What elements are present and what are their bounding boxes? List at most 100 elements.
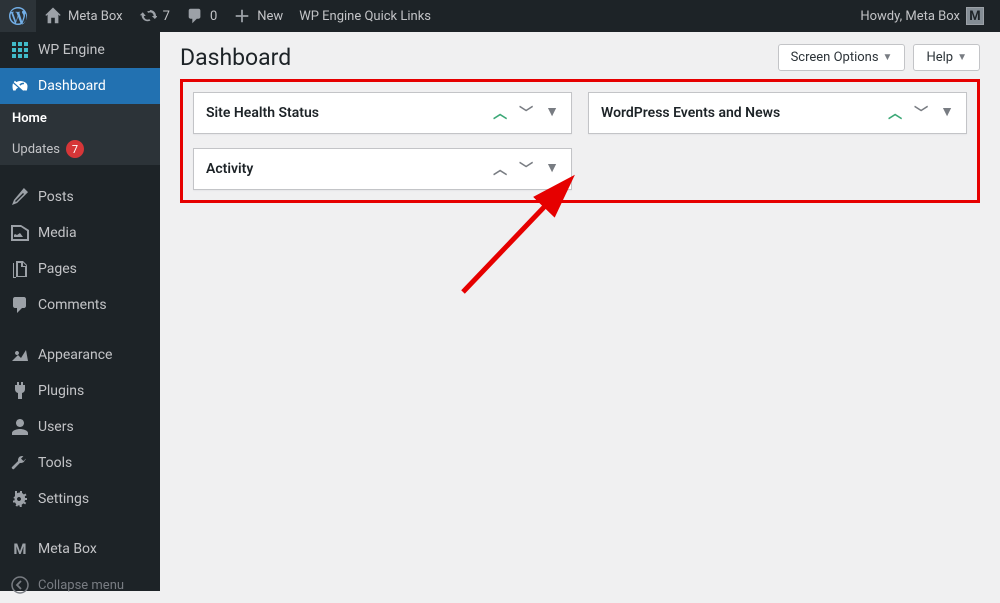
submenu-label: Updates — [12, 142, 60, 157]
wp-logo-link[interactable] — [0, 0, 36, 32]
panel-title: Activity — [206, 161, 253, 177]
move-down-icon[interactable]: ﹀ — [914, 103, 928, 123]
panel-activity[interactable]: Activity ︿ ﹀ ▼ — [193, 148, 572, 190]
menu-separator — [0, 323, 160, 337]
dashboard-column-left: Site Health Status ︿ ﹀ ▼ Activity ︿ ﹀ ▼ — [193, 92, 572, 190]
sidebar-item-comments[interactable]: Comments — [0, 287, 160, 323]
updates-count-text: 7 — [163, 9, 170, 24]
sidebar-label: Pages — [38, 261, 77, 277]
caret-down-icon: ▼ — [883, 52, 893, 63]
collapse-icon — [10, 575, 30, 595]
new-content-text: New — [257, 9, 283, 24]
sidebar-label: WP Engine — [38, 42, 105, 58]
sidebar-item-meta-box[interactable]: M Meta Box — [0, 531, 160, 567]
submenu-label: Home — [12, 111, 47, 126]
move-up-icon[interactable]: ︿ — [493, 159, 507, 179]
content-header: Dashboard Screen Options ▼ Help ▼ — [180, 32, 980, 79]
panel-header: WordPress Events and News ︿ ﹀ ▼ — [589, 93, 966, 133]
page-title: Dashboard — [180, 44, 291, 71]
collapse-label: Collapse menu — [38, 578, 124, 593]
sidebar-item-users[interactable]: Users — [0, 409, 160, 445]
wp-engine-icon — [10, 40, 30, 60]
comments-count-text: 0 — [210, 9, 217, 24]
home-icon — [44, 7, 62, 25]
highlight-annotation-box: Site Health Status ︿ ﹀ ▼ Activity ︿ ﹀ ▼ — [180, 79, 980, 203]
panel-site-health[interactable]: Site Health Status ︿ ﹀ ▼ — [193, 92, 572, 134]
pages-icon — [10, 259, 30, 279]
users-icon — [10, 417, 30, 437]
site-name-text: Meta Box — [68, 9, 123, 24]
sidebar-item-appearance[interactable]: Appearance — [0, 337, 160, 373]
wpengine-quicklinks-link[interactable]: WP Engine Quick Links — [291, 0, 439, 32]
toggle-panel-icon[interactable]: ▼ — [545, 159, 559, 179]
sidebar-label: Media — [38, 225, 77, 241]
toggle-panel-icon[interactable]: ▼ — [940, 103, 954, 123]
sidebar-label: Settings — [38, 491, 89, 507]
admin-bar: Meta Box 7 0 New WP Engine Quick Links H… — [0, 0, 1000, 32]
caret-down-icon: ▼ — [957, 52, 967, 63]
content-area: Dashboard Screen Options ▼ Help ▼ Site H… — [160, 32, 1000, 591]
help-label: Help — [926, 50, 953, 65]
avatar: M — [966, 7, 984, 25]
posts-icon — [10, 187, 30, 207]
sidebar-label: Dashboard — [38, 78, 106, 94]
dashboard-icon — [10, 76, 30, 96]
update-count-badge: 7 — [66, 140, 84, 158]
panel-header: Site Health Status ︿ ﹀ ▼ — [194, 93, 571, 133]
panel-title: Site Health Status — [206, 105, 319, 121]
panel-controls: ︿ ﹀ ▼ — [888, 103, 954, 123]
panel-header: Activity ︿ ﹀ ▼ — [194, 149, 571, 189]
content-actions: Screen Options ▼ Help ▼ — [778, 44, 980, 71]
panel-title: WordPress Events and News — [601, 105, 780, 121]
sidebar-item-plugins[interactable]: Plugins — [0, 373, 160, 409]
updates-link[interactable]: 7 — [131, 0, 178, 32]
screen-options-label: Screen Options — [791, 50, 879, 65]
new-content-link[interactable]: New — [225, 0, 291, 32]
wordpress-icon — [8, 6, 28, 26]
tools-icon — [10, 453, 30, 473]
sidebar-item-dashboard[interactable]: Dashboard — [0, 68, 160, 104]
panel-controls: ︿ ﹀ ▼ — [493, 103, 559, 123]
site-name-link[interactable]: Meta Box — [36, 0, 131, 32]
wpengine-quicklinks-text: WP Engine Quick Links — [299, 9, 431, 24]
sidebar-item-posts[interactable]: Posts — [0, 179, 160, 215]
menu-separator — [0, 517, 160, 531]
screen-options-button[interactable]: Screen Options ▼ — [778, 44, 906, 71]
sidebar-label: Tools — [38, 455, 72, 471]
my-account-link[interactable]: Howdy, Meta Box M — [852, 0, 992, 32]
move-down-icon[interactable]: ﹀ — [519, 159, 533, 179]
submenu-item-updates[interactable]: Updates 7 — [0, 133, 160, 165]
panel-wordpress-events[interactable]: WordPress Events and News ︿ ﹀ ▼ — [588, 92, 967, 134]
howdy-text: Howdy, Meta Box — [860, 9, 960, 24]
sidebar-item-tools[interactable]: Tools — [0, 445, 160, 481]
sidebar-item-wp-engine[interactable]: WP Engine — [0, 32, 160, 68]
menu-separator — [0, 165, 160, 179]
help-button[interactable]: Help ▼ — [913, 44, 980, 71]
move-down-icon[interactable]: ﹀ — [519, 103, 533, 123]
admin-bar-left: Meta Box 7 0 New WP Engine Quick Links — [0, 0, 439, 32]
sidebar-item-media[interactable]: Media — [0, 215, 160, 251]
sidebar-label: Comments — [38, 297, 107, 313]
sidebar-label: Appearance — [38, 347, 112, 363]
dashboard-column-right: WordPress Events and News ︿ ﹀ ▼ — [588, 92, 967, 190]
dashboard-submenu: Home Updates 7 — [0, 104, 160, 165]
sidebar-item-pages[interactable]: Pages — [0, 251, 160, 287]
admin-sidebar: WP Engine Dashboard Home Updates 7 Posts… — [0, 32, 160, 591]
plus-icon — [233, 7, 251, 25]
submenu-item-home[interactable]: Home — [0, 104, 160, 133]
media-icon — [10, 223, 30, 243]
admin-bar-right: Howdy, Meta Box M — [852, 0, 1000, 32]
plugins-icon — [10, 381, 30, 401]
toggle-panel-icon[interactable]: ▼ — [545, 103, 559, 123]
collapse-menu-button[interactable]: Collapse menu — [0, 567, 160, 603]
move-up-icon[interactable]: ︿ — [493, 103, 507, 123]
sidebar-label: Meta Box — [38, 541, 97, 557]
sidebar-label: Posts — [38, 189, 74, 205]
move-up-icon[interactable]: ︿ — [888, 103, 902, 123]
comments-icon — [10, 295, 30, 315]
panel-controls: ︿ ﹀ ▼ — [493, 159, 559, 179]
comment-icon — [186, 7, 204, 25]
appearance-icon — [10, 345, 30, 365]
sidebar-item-settings[interactable]: Settings — [0, 481, 160, 517]
comments-link[interactable]: 0 — [178, 0, 225, 32]
